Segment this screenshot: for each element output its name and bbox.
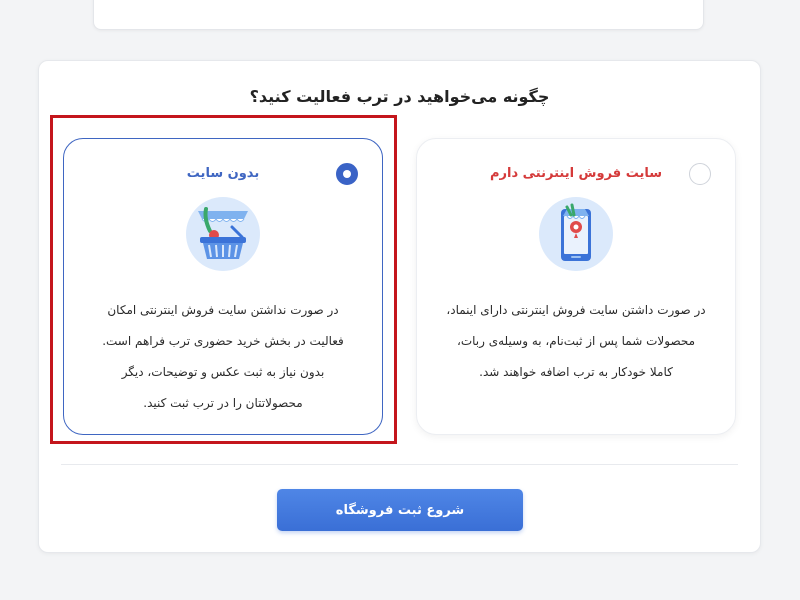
option-no-website[interactable]: بدون سایت در صورت نداشتن سایت فروش اینتر… xyxy=(63,138,383,435)
divider xyxy=(61,464,738,465)
previous-card xyxy=(93,0,704,30)
start-store-registration-button[interactable]: شروع ثبت فروشگاه xyxy=(277,489,523,531)
shopping-basket-icon xyxy=(186,197,260,271)
no-website-title: بدون سایت xyxy=(186,166,260,181)
activity-type-card: چگونه می‌خواهید در ترب فعالیت کنید؟ سایت… xyxy=(38,60,761,553)
no-website-description: در صورت نداشتن سایت فروش اینترنتی امکان … xyxy=(102,303,344,410)
option-online-store[interactable]: سایت فروش اینترنتی دارم در صورت داشتن سا… xyxy=(416,138,736,435)
online-store-title: سایت فروش اینترنتی دارم xyxy=(489,166,663,181)
online-store-description: در صورت داشتن سایت فروش اینترنتی دارای ا… xyxy=(446,303,706,379)
activity-question: چگونه می‌خواهید در ترب فعالیت کنید؟ xyxy=(249,87,550,106)
online-store-phone-icon xyxy=(539,197,613,271)
